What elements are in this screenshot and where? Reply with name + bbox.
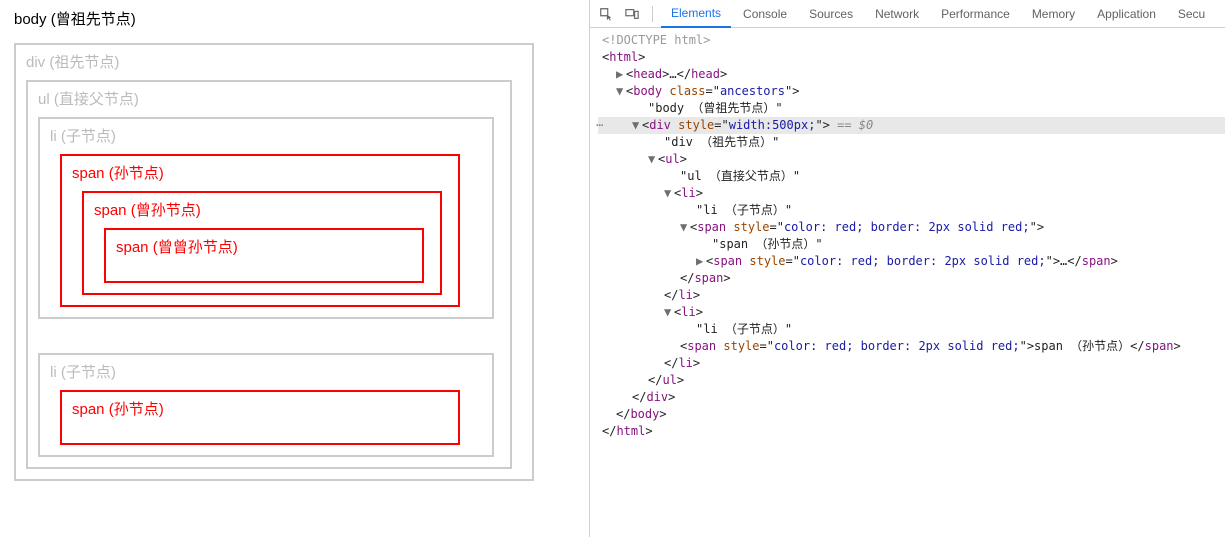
ul-label: ul (直接父节点) — [38, 88, 500, 109]
tab-elements[interactable]: Elements — [661, 0, 731, 28]
html-open-row[interactable]: <html> — [598, 49, 1225, 66]
ul-open-row[interactable]: ▼<ul> — [598, 151, 1225, 168]
toolbar-separator — [652, 6, 653, 22]
div-label: div (祖先节点) — [26, 51, 522, 72]
span-label-2: span (曾孙节点) — [94, 199, 430, 220]
tab-network[interactable]: Network — [865, 0, 929, 28]
li2-open-row[interactable]: ▼<li> — [598, 304, 1225, 321]
div-text-row[interactable]: "div （祖先节点）" — [598, 134, 1225, 151]
ul-box: ul (直接父节点) li (子节点) span (孙节点) span (曾孙节… — [26, 80, 512, 469]
tab-sources[interactable]: Sources — [799, 0, 863, 28]
li2-close-row[interactable]: </li> — [598, 355, 1225, 372]
span-inner-row[interactable]: ▶<span style="color: red; border: 2px so… — [598, 253, 1225, 270]
span-open-row[interactable]: ▼<span style="color: red; border: 2px so… — [598, 219, 1225, 236]
inspect-icon[interactable] — [594, 2, 618, 26]
span2-row[interactable]: <span style="color: red; border: 2px sol… — [598, 338, 1225, 355]
tab-performance[interactable]: Performance — [931, 0, 1020, 28]
li-label-2: li (子节点) — [50, 361, 482, 382]
body-text-row[interactable]: "body （曾祖先节点）" — [598, 100, 1225, 117]
div-close-row[interactable]: </div> — [598, 389, 1225, 406]
li-box-2: li (子节点) span (孙节点) — [38, 353, 494, 457]
li1-open-row[interactable]: ▼<li> — [598, 185, 1225, 202]
div-open-row[interactable]: ▼<div style="width:500px;"> == $0 — [598, 117, 1225, 134]
tab-security[interactable]: Secu — [1168, 0, 1215, 28]
devtools-toolbar: Elements Console Sources Network Perform… — [590, 0, 1225, 28]
span-box-1b: span (孙节点) — [60, 390, 460, 445]
rendered-page: body (曾祖先节点) div (祖先节点) ul (直接父节点) li (子… — [0, 0, 590, 537]
span-text-row[interactable]: "span （孙节点）" — [598, 236, 1225, 253]
dom-tree[interactable]: <!DOCTYPE html> <html> ▶<head>…</head> ▼… — [590, 28, 1225, 537]
tab-application[interactable]: Application — [1087, 0, 1166, 28]
li2-text-row[interactable]: "li （子节点）" — [598, 321, 1225, 338]
body-label: body (曾祖先节点) — [14, 8, 575, 29]
html-close-row[interactable]: </html> — [598, 423, 1225, 440]
ul-close-row[interactable]: </ul> — [598, 372, 1225, 389]
device-icon[interactable] — [620, 2, 644, 26]
tab-memory[interactable]: Memory — [1022, 0, 1085, 28]
head-row[interactable]: ▶<head>…</head> — [598, 66, 1225, 83]
div-box: div (祖先节点) ul (直接父节点) li (子节点) span (孙节点… — [14, 43, 534, 481]
li1-text-row[interactable]: "li （子节点）" — [598, 202, 1225, 219]
li1-close-row[interactable]: </li> — [598, 287, 1225, 304]
span-box-3: span (曾曾孙节点) — [104, 228, 424, 283]
tab-console[interactable]: Console — [733, 0, 797, 28]
span-box-1: span (孙节点) span (曾孙节点) span (曾曾孙节点) — [60, 154, 460, 307]
span-label-1b: span (孙节点) — [72, 398, 448, 419]
li-label-1: li (子节点) — [50, 125, 482, 146]
devtools-panel: Elements Console Sources Network Perform… — [590, 0, 1225, 537]
li-box-1: li (子节点) span (孙节点) span (曾孙节点) span (曾曾… — [38, 117, 494, 319]
span-label-3: span (曾曾孙节点) — [116, 236, 412, 257]
span-label-1: span (孙节点) — [72, 162, 448, 183]
body-close-row[interactable]: </body> — [598, 406, 1225, 423]
doctype-row[interactable]: <!DOCTYPE html> — [602, 33, 710, 47]
span-box-2: span (曾孙节点) span (曾曾孙节点) — [82, 191, 442, 295]
body-open-row[interactable]: ▼<body class="ancestors"> — [598, 83, 1225, 100]
ul-text-row[interactable]: "ul （直接父节点）" — [598, 168, 1225, 185]
span-close-row[interactable]: </span> — [598, 270, 1225, 287]
